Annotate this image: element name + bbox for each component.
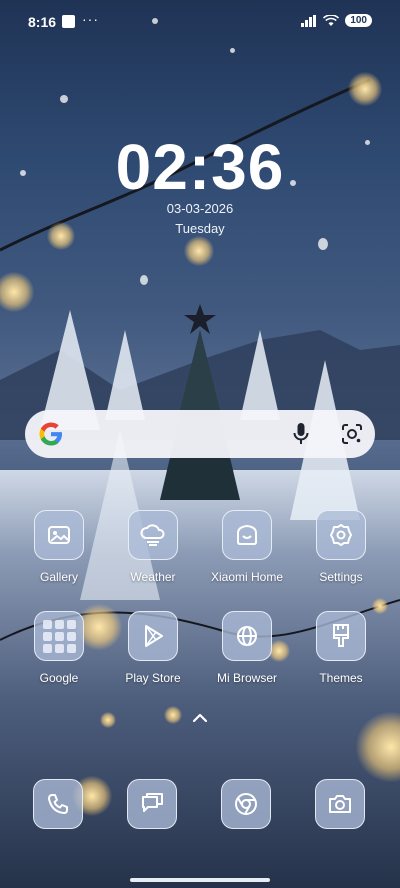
google-logo-icon	[39, 422, 62, 446]
snowflake	[140, 275, 148, 285]
snowflake	[230, 48, 235, 53]
status-time: 8:16	[28, 14, 57, 30]
app-play-store[interactable]: Play Store	[108, 611, 198, 685]
app-label: Mi Browser	[216, 671, 277, 685]
status-bar: 8:16 ··· 100	[0, 0, 400, 44]
app-label: Weather	[130, 570, 176, 584]
snowflake	[60, 95, 68, 103]
app-label: Play Store	[125, 671, 181, 685]
app-themes[interactable]: Themes	[296, 611, 386, 685]
wifi-icon	[323, 14, 340, 26]
dock-chrome[interactable]	[221, 779, 271, 829]
app-xiaomi-home[interactable]: Xiaomi Home	[202, 510, 292, 584]
app-mi-browser[interactable]: Mi Browser	[202, 611, 292, 685]
light-bokeh	[348, 72, 382, 106]
clock-day: Tuesday	[175, 221, 225, 236]
google-search-bar[interactable]	[25, 410, 375, 458]
settings-gear-icon	[316, 510, 366, 560]
more-notifications-icon: ···	[82, 11, 99, 27]
app-settings[interactable]: Settings	[296, 510, 386, 584]
battery-indicator: 100	[345, 14, 372, 27]
app-google-folder[interactable]: Google	[14, 611, 104, 685]
camera-icon	[329, 795, 351, 813]
app-label: Google	[39, 671, 79, 685]
phone-icon	[48, 794, 68, 814]
light-bokeh	[184, 236, 214, 266]
dock-camera[interactable]	[315, 779, 365, 829]
play-store-icon	[128, 611, 178, 661]
gallery-icon	[34, 510, 84, 560]
paint-brush-icon	[316, 611, 366, 661]
dock-messages[interactable]	[127, 779, 177, 829]
google-folder-icon	[34, 611, 84, 661]
snowflake	[318, 238, 328, 250]
app-drawer-chevron-up-icon[interactable]	[191, 712, 209, 724]
app-gallery[interactable]: Gallery	[14, 510, 104, 584]
app-label: Gallery	[39, 570, 78, 584]
google-lens-icon[interactable]	[340, 422, 364, 446]
app-label: Xiaomi Home	[210, 570, 284, 584]
xiaomi-home-icon	[222, 510, 272, 560]
clock-time[interactable]: 02:36	[0, 130, 400, 204]
gesture-navigation-bar[interactable]	[130, 878, 270, 882]
weather-icon	[128, 510, 178, 560]
messages-icon	[142, 793, 163, 812]
light-bokeh	[164, 706, 182, 724]
light-bokeh	[100, 712, 116, 728]
notification-icon	[62, 15, 75, 28]
chrome-icon	[235, 793, 257, 815]
signal-icon	[301, 14, 317, 27]
voice-search-mic-icon[interactable]	[292, 422, 310, 446]
app-weather[interactable]: Weather	[108, 510, 198, 584]
globe-icon	[222, 611, 272, 661]
dock-phone[interactable]	[33, 779, 83, 829]
app-label: Settings	[319, 570, 363, 584]
app-label: Themes	[319, 671, 363, 685]
clock-date: 03-03-2026	[166, 201, 234, 216]
